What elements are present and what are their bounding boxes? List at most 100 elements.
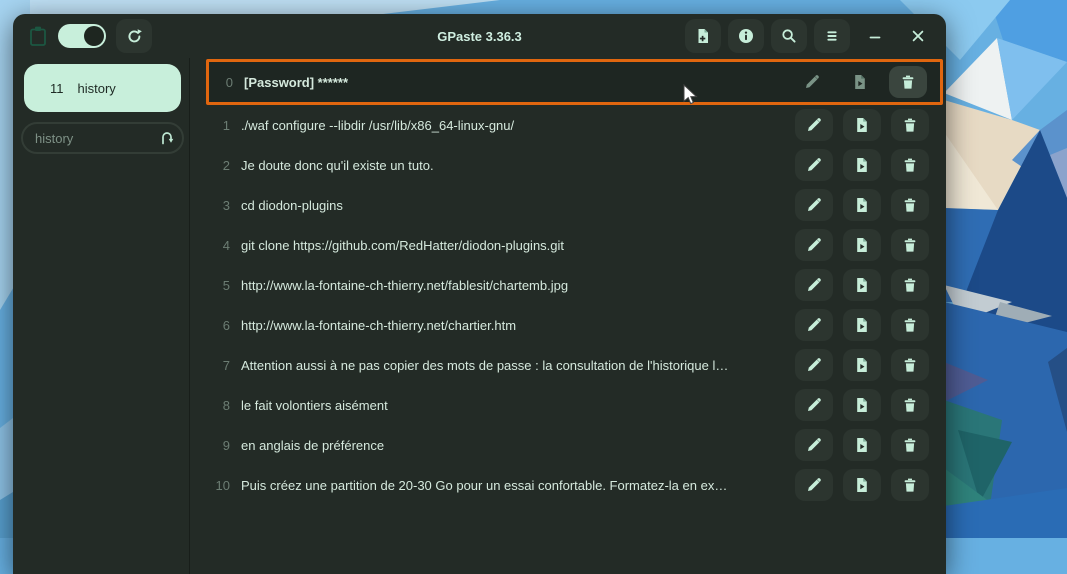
edit-button[interactable] bbox=[793, 66, 831, 98]
row-text: [Password] ****** bbox=[244, 75, 785, 90]
edit-pencil-icon bbox=[806, 277, 822, 293]
row-actions bbox=[795, 109, 929, 141]
edit-button[interactable] bbox=[795, 469, 833, 501]
upload-item-button[interactable] bbox=[843, 309, 881, 341]
delete-button[interactable] bbox=[891, 189, 929, 221]
paste-document-icon bbox=[854, 397, 870, 413]
history-row[interactable]: 5 http://www.la-fontaine-ch-thierry.net/… bbox=[206, 265, 942, 305]
delete-button[interactable] bbox=[891, 229, 929, 261]
trash-icon bbox=[902, 157, 918, 173]
row-text: ./waf configure --libdir /usr/lib/x86_64… bbox=[241, 118, 787, 133]
refresh-button[interactable] bbox=[116, 19, 152, 53]
upload-item-button[interactable] bbox=[843, 389, 881, 421]
delete-button[interactable] bbox=[891, 309, 929, 341]
edit-button[interactable] bbox=[795, 109, 833, 141]
row-text: en anglais de préférence bbox=[241, 438, 787, 453]
history-row[interactable]: 7 Attention aussi à ne pas copier des mo… bbox=[206, 345, 942, 385]
paste-document-icon bbox=[854, 117, 870, 133]
history-row[interactable]: 1 ./waf configure --libdir /usr/lib/x86_… bbox=[206, 105, 942, 145]
edit-pencil-icon bbox=[806, 117, 822, 133]
toggle-knob bbox=[84, 26, 104, 46]
trash-icon bbox=[902, 117, 918, 133]
gpaste-window: GPaste 3.36.3 bbox=[13, 14, 946, 574]
delete-button[interactable] bbox=[891, 109, 929, 141]
row-index: 2 bbox=[206, 158, 230, 173]
delete-button[interactable] bbox=[891, 469, 929, 501]
upload-item-button[interactable] bbox=[843, 429, 881, 461]
history-row[interactable]: 6 http://www.la-fontaine-ch-thierry.net/… bbox=[206, 305, 942, 345]
refresh-icon bbox=[126, 28, 143, 45]
new-item-icon bbox=[695, 28, 711, 44]
upload-item-button[interactable] bbox=[843, 469, 881, 501]
history-row[interactable]: 3 cd diodon-plugins bbox=[206, 185, 942, 225]
row-actions bbox=[795, 469, 929, 501]
titlebar: GPaste 3.36.3 bbox=[13, 14, 946, 58]
row-index: 6 bbox=[206, 318, 230, 333]
tracking-toggle[interactable] bbox=[58, 24, 106, 48]
delete-button[interactable] bbox=[891, 349, 929, 381]
delete-button[interactable] bbox=[891, 149, 929, 181]
row-text: http://www.la-fontaine-ch-thierry.net/ch… bbox=[241, 318, 787, 333]
history-row[interactable]: 2 Je doute donc qu'il existe un tuto. bbox=[206, 145, 942, 185]
upload-item-button[interactable] bbox=[841, 66, 879, 98]
history-count: 11 bbox=[50, 81, 64, 96]
row-text: http://www.la-fontaine-ch-thierry.net/fa… bbox=[241, 278, 787, 293]
delete-button[interactable] bbox=[889, 66, 927, 98]
switch-history-icon[interactable] bbox=[158, 129, 175, 146]
edit-button[interactable] bbox=[795, 349, 833, 381]
trash-icon bbox=[902, 397, 918, 413]
sidebar: 11 history bbox=[13, 58, 190, 574]
row-actions bbox=[795, 269, 929, 301]
upload-item-button[interactable] bbox=[843, 349, 881, 381]
search-button[interactable] bbox=[771, 19, 807, 53]
upload-item-button[interactable] bbox=[843, 269, 881, 301]
delete-button[interactable] bbox=[891, 269, 929, 301]
history-row[interactable]: 4 git clone https://github.com/RedHatter… bbox=[206, 225, 942, 265]
edit-button[interactable] bbox=[795, 269, 833, 301]
history-row[interactable]: 10 Puis créez une partition de 20-30 Go … bbox=[206, 465, 942, 505]
row-actions bbox=[795, 149, 929, 181]
row-text: git clone https://github.com/RedHatter/d… bbox=[241, 238, 787, 253]
menu-button[interactable] bbox=[814, 19, 850, 53]
edit-button[interactable] bbox=[795, 149, 833, 181]
edit-pencil-icon bbox=[806, 317, 822, 333]
row-text: Puis créez une partition de 20-30 Go pou… bbox=[241, 478, 787, 493]
new-item-button[interactable] bbox=[685, 19, 721, 53]
history-row[interactable]: 9 en anglais de préférence bbox=[206, 425, 942, 465]
upload-item-button[interactable] bbox=[843, 229, 881, 261]
row-index: 1 bbox=[206, 118, 230, 133]
delete-button[interactable] bbox=[891, 429, 929, 461]
upload-item-button[interactable] bbox=[843, 149, 881, 181]
row-index: 5 bbox=[206, 278, 230, 293]
about-icon bbox=[738, 28, 754, 44]
row-text: le fait volontiers aisément bbox=[241, 398, 787, 413]
upload-item-button[interactable] bbox=[843, 109, 881, 141]
trash-icon bbox=[902, 277, 918, 293]
edit-button[interactable] bbox=[795, 189, 833, 221]
sidebar-item-history[interactable]: 11 history bbox=[24, 64, 181, 112]
paste-document-icon bbox=[854, 437, 870, 453]
edit-pencil-icon bbox=[806, 357, 822, 373]
upload-item-button[interactable] bbox=[843, 189, 881, 221]
close-button[interactable] bbox=[900, 19, 936, 53]
row-actions bbox=[795, 189, 929, 221]
minimize-button[interactable] bbox=[857, 19, 893, 53]
edit-button[interactable] bbox=[795, 309, 833, 341]
edit-pencil-icon bbox=[806, 397, 822, 413]
history-row[interactable]: 8 le fait volontiers aisément bbox=[206, 385, 942, 425]
edit-button[interactable] bbox=[795, 389, 833, 421]
trash-icon bbox=[902, 437, 918, 453]
row-actions bbox=[793, 66, 927, 98]
about-button[interactable] bbox=[728, 19, 764, 53]
edit-pencil-icon bbox=[806, 437, 822, 453]
edit-button[interactable] bbox=[795, 429, 833, 461]
close-icon bbox=[910, 28, 926, 44]
edit-button[interactable] bbox=[795, 229, 833, 261]
history-list: 0 [Password] ****** bbox=[191, 58, 946, 574]
history-label: history bbox=[78, 81, 116, 96]
history-row[interactable]: 0 [Password] ****** bbox=[206, 59, 943, 105]
row-actions bbox=[795, 389, 929, 421]
row-actions bbox=[795, 429, 929, 461]
row-index: 4 bbox=[206, 238, 230, 253]
delete-button[interactable] bbox=[891, 389, 929, 421]
